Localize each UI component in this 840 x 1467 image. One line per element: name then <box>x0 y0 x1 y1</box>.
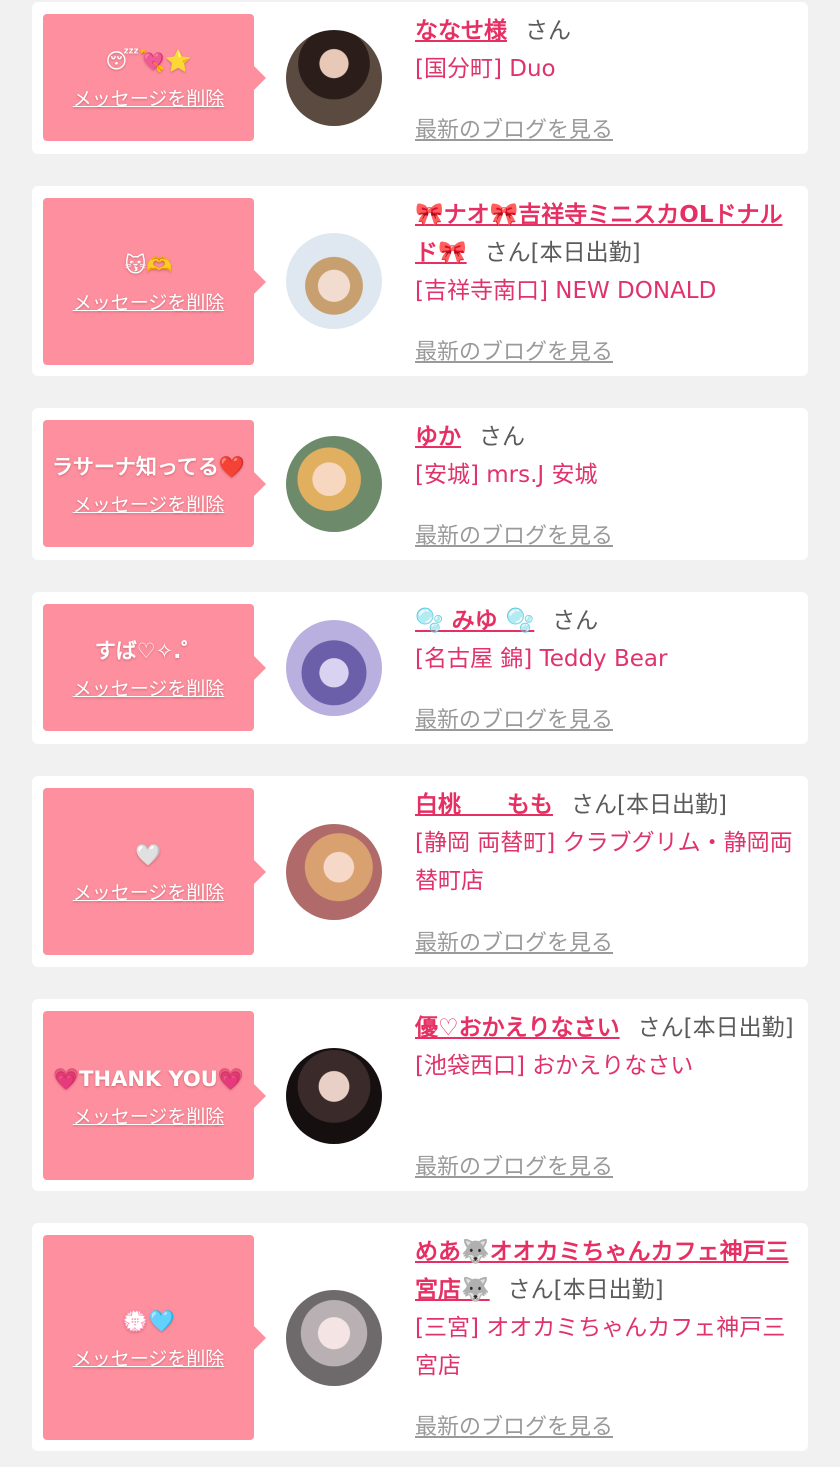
delete-message-link[interactable]: メッセージを削除 <box>73 674 225 701</box>
honorific: さん <box>571 792 617 818</box>
card-info: 白桃 もも さん[本日出勤] [静岡 両替町] クラブグリム・静岡両替町店 最新の… <box>415 786 799 957</box>
message-card: 💮🩵 メッセージを削除 めあ🐺オオカミちゃんカフェ神戸三宮店🐺 さん[本日出勤] … <box>32 1223 808 1451</box>
message-bubble: ラサーナ知ってる❤️ メッセージを削除 <box>43 420 266 547</box>
attendance-tag: [本日出勤] <box>683 1015 794 1041</box>
shop-info: [池袋西口] おかえりなさい <box>415 1053 694 1079</box>
latest-blog-link[interactable]: 最新のブログを見る <box>415 518 613 550</box>
avatar[interactable] <box>286 1048 382 1144</box>
message-card: 😽🫶 メッセージを削除 🎀ナオ🎀吉祥寺ミニスカOLドナルド🎀 さん[本日出勤] [… <box>32 186 808 376</box>
shop-info: [吉祥寺南口] NEW DONALD <box>415 278 717 304</box>
honorific: さん <box>479 424 525 450</box>
latest-blog-link[interactable]: 最新のブログを見る <box>415 1149 613 1181</box>
card-info: めあ🐺オオカミちゃんカフェ神戸三宮店🐺 さん[本日出勤] [三宮] オオカミちゃん… <box>415 1233 799 1441</box>
honorific: さん <box>637 1015 684 1041</box>
girl-name-link[interactable]: 優♡おかえりなさい <box>415 1015 620 1041</box>
girl-name-link[interactable]: 🫧 みゆ 🫧 <box>415 608 534 634</box>
message-text: 🤍 <box>135 843 162 867</box>
honorific: さん <box>525 18 571 44</box>
latest-blog-link[interactable]: 最新のブログを見る <box>415 1409 613 1441</box>
shop-info: [三宮] オオカミちゃんカフェ神戸三宮店 <box>415 1315 786 1379</box>
girl-name-link[interactable]: 白桃 もも <box>415 792 553 818</box>
card-info: 🎀ナオ🎀吉祥寺ミニスカOLドナルド🎀 さん[本日出勤] [吉祥寺南口] NEW D… <box>415 196 799 366</box>
delete-message-link[interactable]: メッセージを削除 <box>73 84 225 111</box>
card-title: 🎀ナオ🎀吉祥寺ミニスカOLドナルド🎀 さん[本日出勤] <box>415 196 799 272</box>
shop-info: [安城] mrs.J 安城 <box>415 462 598 488</box>
shop-info: [静岡 両替町] クラブグリム・静岡両替町店 <box>415 830 793 894</box>
delete-message-link[interactable]: メッセージを削除 <box>73 490 225 517</box>
card-info: ななせ様 さん [国分町] Duo 最新のブログを見る <box>415 12 799 144</box>
delete-message-link[interactable]: メッセージを削除 <box>73 1102 225 1129</box>
message-bubble: 🤍 メッセージを削除 <box>43 788 266 955</box>
shop-info: [国分町] Duo <box>415 56 556 82</box>
card-title: 🫧 みゆ 🫧 さん <box>415 602 799 640</box>
message-text: 😽🫶 <box>124 253 173 277</box>
message-bubble: すば♡✧.゜ メッセージを削除 <box>43 604 266 731</box>
avatar[interactable] <box>286 620 382 716</box>
card-title: 白桃 もも さん[本日出勤] <box>415 786 799 824</box>
message-card: 🤍 メッセージを削除 白桃 もも さん[本日出勤] [静岡 両替町] クラブグリム… <box>32 776 808 967</box>
delete-message-link[interactable]: メッセージを削除 <box>73 288 225 315</box>
attendance-tag: [本日出勤] <box>617 792 727 818</box>
attendance-tag: [本日出勤] <box>553 1277 664 1303</box>
avatar[interactable] <box>286 233 382 329</box>
message-bubble: 💗THANK YOU💗 メッセージを削除 <box>43 1011 266 1180</box>
avatar[interactable] <box>286 824 382 920</box>
message-text: すば♡✧.゜ <box>94 639 203 663</box>
message-text: ラサーナ知ってる❤️ <box>51 455 246 479</box>
honorific: さん <box>507 1277 554 1303</box>
message-card: 😴💘⭐ メッセージを削除 ななせ様 さん [国分町] Duo 最新のブログを見る <box>32 2 808 154</box>
message-card: ラサーナ知ってる❤️ メッセージを削除 ゆか さん [安城] mrs.J 安城 最… <box>32 408 808 560</box>
card-info: ゆか さん [安城] mrs.J 安城 最新のブログを見る <box>415 418 799 550</box>
shop-info: [名古屋 錦] Teddy Bear <box>415 646 668 672</box>
avatar[interactable] <box>286 1290 382 1386</box>
honorific: さん <box>484 240 531 266</box>
card-title: 優♡おかえりなさい さん[本日出勤] <box>415 1009 799 1047</box>
card-title: ななせ様 さん <box>415 12 799 50</box>
card-info: 優♡おかえりなさい さん[本日出勤] [池袋西口] おかえりなさい 最新のブログを… <box>415 1009 799 1181</box>
delete-message-link[interactable]: メッセージを削除 <box>73 1344 225 1371</box>
card-title: めあ🐺オオカミちゃんカフェ神戸三宮店🐺 さん[本日出勤] <box>415 1233 799 1309</box>
avatar[interactable] <box>286 30 382 126</box>
girl-name-link[interactable]: ななせ様 <box>415 18 507 44</box>
message-bubble: 😴💘⭐ メッセージを削除 <box>43 14 266 141</box>
honorific: さん <box>552 608 599 634</box>
girl-name-link[interactable]: ゆか <box>415 424 461 450</box>
message-bubble: 💮🩵 メッセージを削除 <box>43 1235 266 1440</box>
latest-blog-link[interactable]: 最新のブログを見る <box>415 112 613 144</box>
card-title: ゆか さん <box>415 418 799 456</box>
delete-message-link[interactable]: メッセージを削除 <box>73 878 225 905</box>
message-text: 💗THANK YOU💗 <box>53 1067 244 1091</box>
card-info: 🫧 みゆ 🫧 さん [名古屋 錦] Teddy Bear 最新のブログを見る <box>415 602 799 734</box>
message-text: 💮🩵 <box>122 1309 175 1333</box>
message-card: 💗THANK YOU💗 メッセージを削除 優♡おかえりなさい さん[本日出勤] [… <box>32 999 808 1191</box>
avatar[interactable] <box>286 436 382 532</box>
attendance-tag: [本日出勤] <box>530 240 641 266</box>
message-text: 😴💘⭐ <box>105 49 192 73</box>
latest-blog-link[interactable]: 最新のブログを見る <box>415 702 613 734</box>
latest-blog-link[interactable]: 最新のブログを見る <box>415 925 613 957</box>
latest-blog-link[interactable]: 最新のブログを見る <box>415 334 613 366</box>
message-bubble: 😽🫶 メッセージを削除 <box>43 198 266 365</box>
message-card: すば♡✧.゜ メッセージを削除 🫧 みゆ 🫧 さん [名古屋 錦] Teddy B… <box>32 592 808 744</box>
